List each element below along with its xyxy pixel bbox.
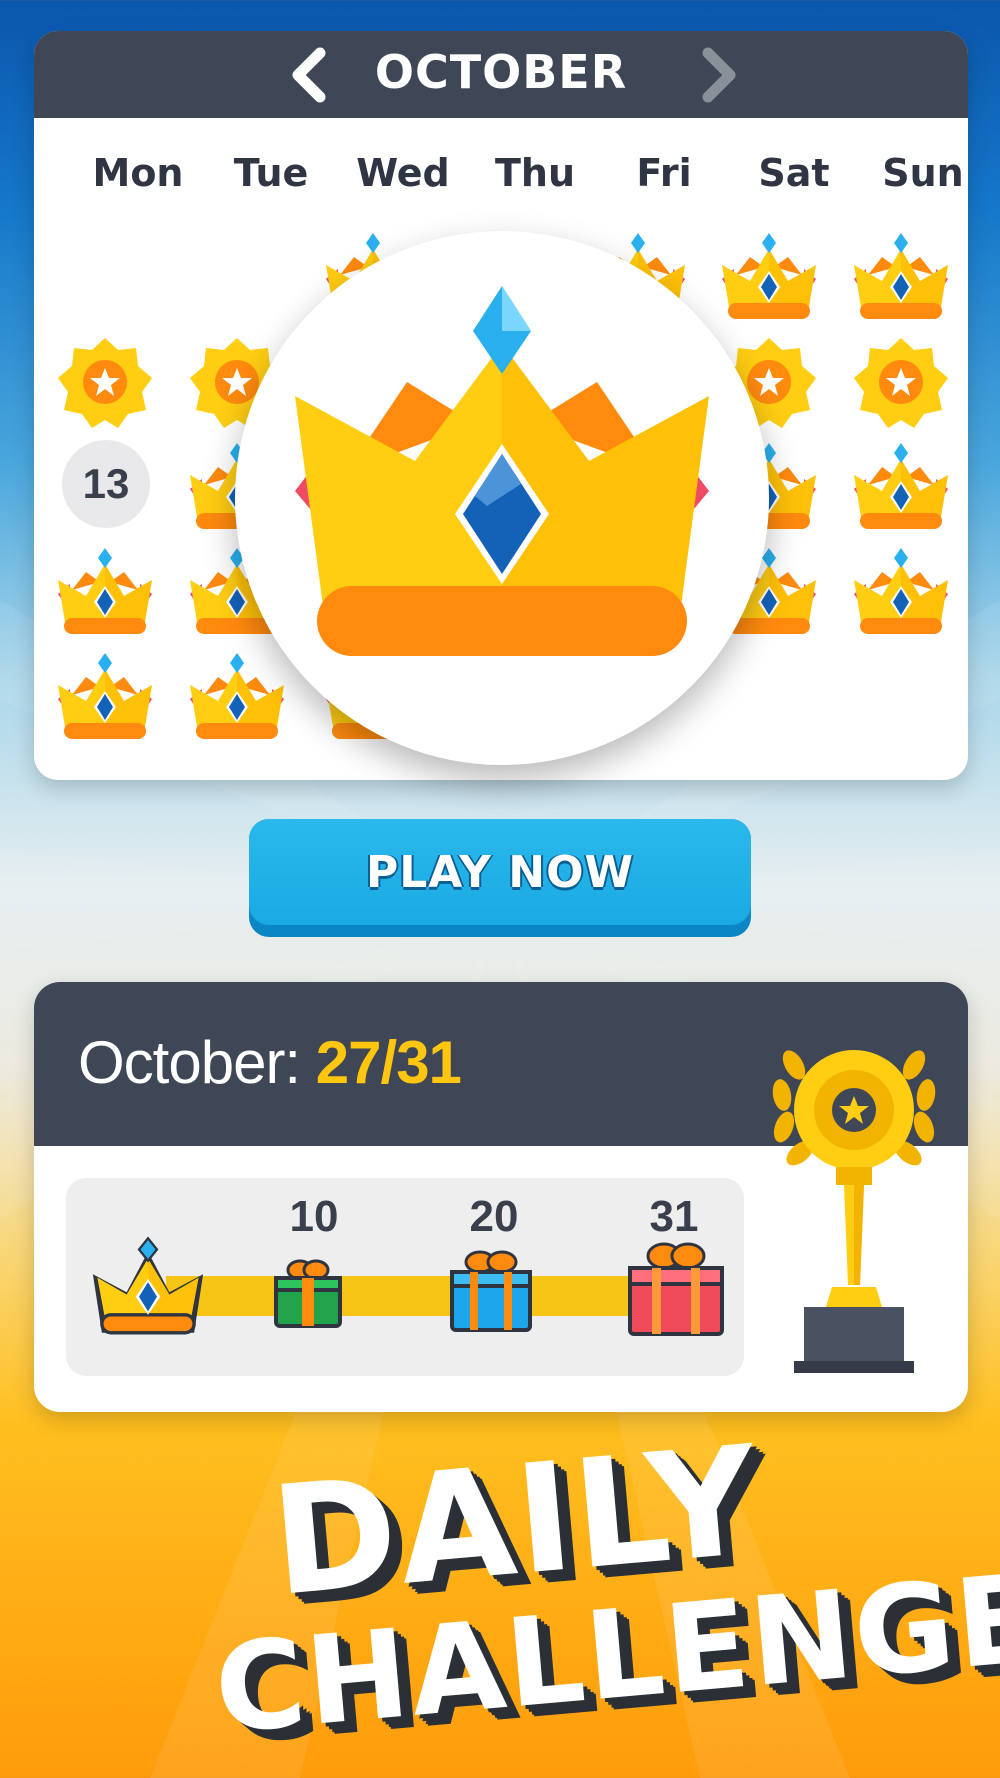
milestone-label: 31 xyxy=(649,1192,699,1241)
month-title: OCTOBER xyxy=(374,45,628,99)
weekday-wed: Wed xyxy=(356,151,450,195)
trophy-icon xyxy=(772,1050,936,1373)
calendar-day-cell[interactable] xyxy=(50,651,160,747)
weekday-mon: Mon xyxy=(92,151,184,195)
today-day-chip[interactable]: 13 xyxy=(62,440,150,528)
calendar-day-cell[interactable] xyxy=(50,546,160,642)
gift-icon[interactable] xyxy=(272,1258,344,1330)
crown-icon xyxy=(846,441,956,537)
star-badge-icon xyxy=(846,334,956,430)
weekday-sun: Sun xyxy=(882,151,964,195)
calendar-header: OCTOBER xyxy=(34,31,968,118)
chevron-right-icon xyxy=(702,47,736,103)
progress-bar-fill xyxy=(166,1276,650,1316)
weekday-sat: Sat xyxy=(758,151,830,195)
weekday-fri: Fri xyxy=(636,151,692,195)
crown-icon xyxy=(50,651,160,747)
crown-icon xyxy=(295,286,709,656)
calendar-day-cell[interactable] xyxy=(846,334,956,430)
crown-icon xyxy=(86,1236,210,1344)
crown-icon xyxy=(50,546,160,642)
progress-month-label: October: xyxy=(78,1029,301,1096)
calendar-day-cell[interactable] xyxy=(846,441,956,537)
weekday-thu: Thu xyxy=(494,151,576,195)
star-badge-icon xyxy=(50,334,160,430)
crown-icon xyxy=(846,546,956,642)
milestone-label: 20 xyxy=(469,1192,519,1241)
weekday-tue: Tue xyxy=(233,151,309,195)
calendar-day-cell[interactable] xyxy=(846,231,956,327)
progress-title: October: 27/31 xyxy=(78,1028,462,1097)
next-month-button[interactable] xyxy=(692,47,746,103)
milestone-label: 10 xyxy=(289,1192,339,1241)
crown-icon xyxy=(846,231,956,327)
gift-icon[interactable] xyxy=(448,1250,534,1334)
play-now-label: PLAY NOW xyxy=(365,846,635,898)
progress-count: 27/31 xyxy=(315,1029,462,1096)
play-now-button[interactable]: PLAY NOW xyxy=(249,819,751,937)
weekday-row: Mon Tue Wed Thu Fri Sat Sun xyxy=(34,151,968,201)
calendar-day-cell[interactable] xyxy=(846,546,956,642)
gift-icon[interactable] xyxy=(626,1242,726,1338)
daily-challenge-title: DAILY CHALLENGE xyxy=(0,1414,1000,1775)
progress-track: 10 20 31 xyxy=(66,1178,744,1376)
calendar-day-cell[interactable] xyxy=(50,334,160,430)
featured-reward-circle xyxy=(235,231,769,765)
